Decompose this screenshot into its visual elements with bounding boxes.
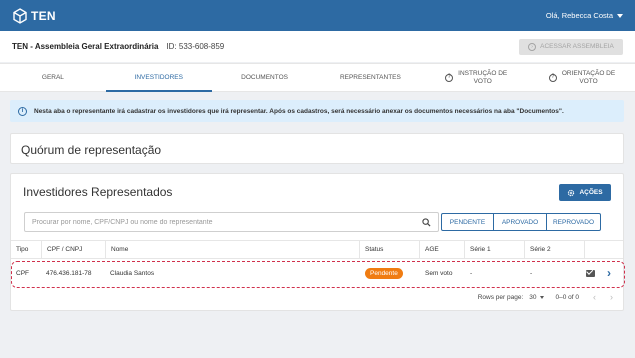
access-assembly-button[interactable]: › ACESSAR ASSEMBLEIA <box>519 38 623 55</box>
quorum-title: Quórum de representação <box>21 143 162 157</box>
actions-button[interactable]: AÇÕES <box>559 184 611 201</box>
cell-doc: 476.436.181-78 <box>46 269 92 277</box>
column-header-serie1[interactable]: Série 1 <box>464 241 524 258</box>
column-header-status[interactable]: Status <box>359 241 419 258</box>
tab-representantes[interactable]: REPRESENTANTES <box>317 64 423 91</box>
cell-age: Sem voto <box>425 269 453 277</box>
column-header-actions <box>584 241 623 258</box>
rows-per-page-label: Rows per page: <box>477 293 524 301</box>
rows-per-page-select[interactable]: 30 <box>529 293 544 301</box>
investors-title: Investidores Representados <box>23 185 173 199</box>
search-box <box>24 212 439 232</box>
cell-tipo: CPF <box>16 269 29 277</box>
table-row[interactable]: CPF 476.436.181-78 Claudia Santos Penden… <box>11 260 623 286</box>
arrow-right-circle-icon: › <box>528 42 537 51</box>
tab-instrucao-voto[interactable]: ? INSTRUÇÃO DE VOTO <box>423 64 529 91</box>
column-header-nome[interactable]: Nome <box>105 241 359 258</box>
chevron-down-icon <box>539 295 544 299</box>
help-icon: ? <box>548 73 557 82</box>
tab-label: ORIENTAÇÃO DE VOTO <box>561 70 616 85</box>
column-header-age[interactable]: AGE <box>419 241 464 258</box>
info-text: Nesta aba o representante irá cadastrar … <box>34 107 564 115</box>
chevron-down-icon <box>617 13 623 18</box>
greeting-text: Olá, Rebecca Costa <box>545 11 613 20</box>
page-title: TEN - Assembleia Geral Extraordinária <box>12 42 159 51</box>
cell-serie2: - <box>530 269 533 277</box>
assembly-id: ID: 533-608-859 <box>166 42 225 51</box>
status-badge: Pendente <box>365 267 403 279</box>
page-header: TEN - Assembleia Geral Extraordinária ID… <box>0 31 635 62</box>
filter-pendente-button[interactable]: PENDENTE <box>441 213 494 231</box>
access-assembly-label: ACESSAR ASSEMBLEIA <box>540 43 614 50</box>
page-range: 0–0 of 0 <box>555 293 580 301</box>
info-icon: i <box>18 106 27 116</box>
column-header-tipo[interactable]: Tipo <box>11 241 41 258</box>
pagination: Rows per page: 30 0–0 of 0 ‹ › <box>478 292 613 302</box>
search-input[interactable] <box>32 218 422 226</box>
brand-logo[interactable]: TEN <box>12 7 56 24</box>
cell-nome: Claudia Santos <box>110 269 155 277</box>
tab-label: INVESTIDORES <box>134 73 183 81</box>
tab-documentos[interactable]: DOCUMENTOS <box>212 64 318 91</box>
mail-icon[interactable] <box>586 269 595 277</box>
gear-icon <box>568 189 575 196</box>
cell-serie1: - <box>470 269 473 277</box>
status-filter-group: PENDENTE APROVADO REPROVADO <box>441 213 601 231</box>
tab-label: DOCUMENTOS <box>241 73 288 81</box>
actions-label: AÇÕES <box>579 189 603 196</box>
cube-logo-icon <box>13 7 27 24</box>
help-icon: ? <box>445 73 454 82</box>
info-banner: i Nesta aba o representante irá cadastra… <box>10 100 624 122</box>
prev-page-icon[interactable]: ‹ <box>593 292 596 302</box>
tab-geral[interactable]: GERAL <box>0 64 106 91</box>
filter-aprovado-button[interactable]: APROVADO <box>493 213 547 231</box>
investors-card: Investidores Representados AÇÕES PENDENT… <box>10 173 625 311</box>
filter-reprovado-button[interactable]: REPROVADO <box>546 213 601 231</box>
brand-name: TEN <box>31 8 56 23</box>
tab-bar: GERAL INVESTIDORES DOCUMENTOS REPRESENTA… <box>0 63 635 92</box>
quorum-card: Quórum de representação <box>10 133 624 164</box>
top-bar: TEN Olá, Rebecca Costa <box>0 0 635 31</box>
tab-label: INSTRUÇÃO DE VOTO <box>458 70 508 85</box>
table-header: Tipo CPF / CNPJ Nome Status AGE Série 1 … <box>11 240 623 259</box>
column-header-doc[interactable]: CPF / CNPJ <box>41 241 105 258</box>
column-header-serie2[interactable]: Série 2 <box>524 241 584 258</box>
rows-per-page-value: 30 <box>529 293 537 301</box>
search-icon[interactable] <box>422 217 431 227</box>
user-menu[interactable]: Olá, Rebecca Costa <box>546 11 623 20</box>
chevron-right-icon[interactable]: › <box>607 266 611 280</box>
tab-investidores[interactable]: INVESTIDORES <box>105 64 212 92</box>
tab-orientacao-voto[interactable]: ? ORIENTAÇÃO DE VOTO <box>529 64 635 91</box>
tab-label: GERAL <box>41 73 64 81</box>
tab-label: REPRESENTANTES <box>339 73 401 81</box>
next-page-icon[interactable]: › <box>610 292 613 302</box>
